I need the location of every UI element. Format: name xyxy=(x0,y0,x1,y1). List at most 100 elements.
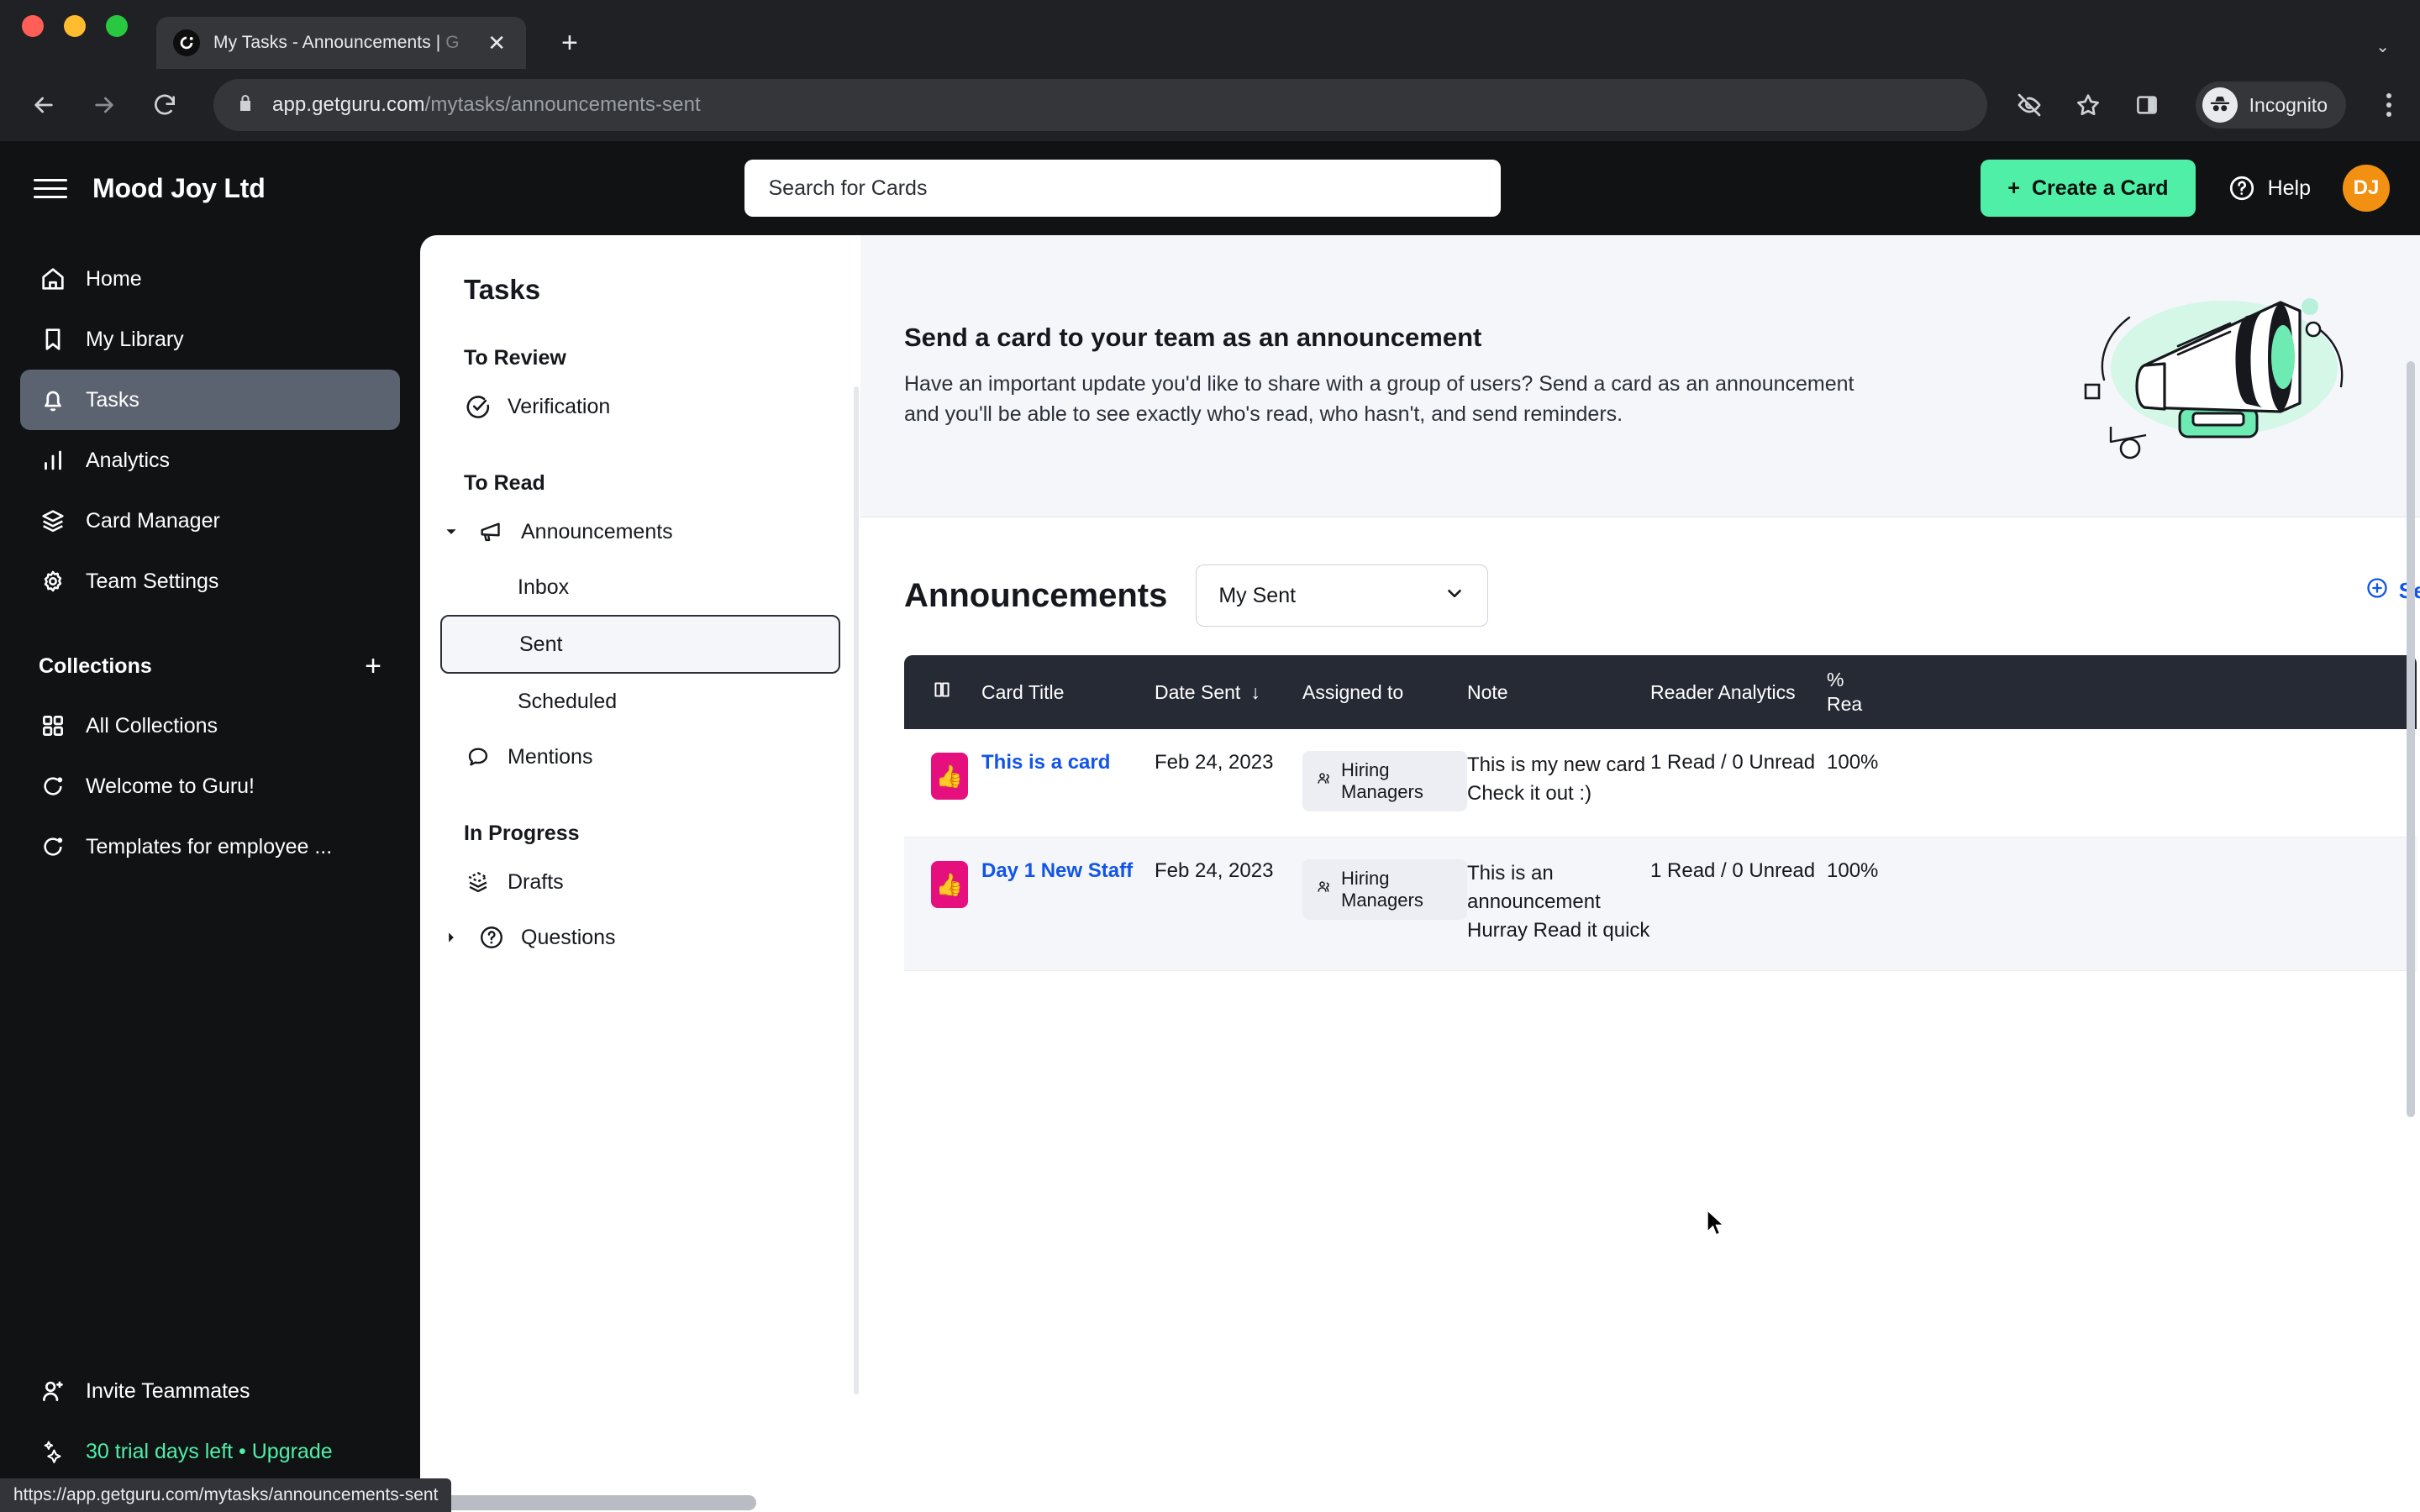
tasks-item-label: Drafts xyxy=(508,869,564,894)
add-collection-button[interactable]: + xyxy=(365,652,381,680)
sidebar-item-label: Tasks xyxy=(86,387,139,412)
chevron-right-icon[interactable] xyxy=(440,930,462,945)
app-header: Mood Joy Ltd + Create a Card Help DJ xyxy=(0,141,2420,235)
reload-button[interactable] xyxy=(146,87,183,123)
tasks-panel-scrollbar[interactable] xyxy=(854,386,859,1394)
column-header-card-title[interactable]: Card Title xyxy=(981,681,1155,704)
help-label: Help xyxy=(2267,176,2311,200)
date-sent-cell: Feb 24, 2023 xyxy=(1155,859,1274,882)
chevron-down-icon[interactable] xyxy=(440,524,462,539)
column-header-note[interactable]: Note xyxy=(1467,681,1650,704)
people-icon xyxy=(1316,770,1333,792)
sidebar: Home My Library Tasks Analytics Card Man… xyxy=(0,235,420,1512)
layers-icon xyxy=(39,507,67,535)
bell-icon xyxy=(39,386,67,414)
tasks-item-label: Questions xyxy=(521,925,616,949)
group-chip[interactable]: Hiring Managers xyxy=(1302,859,1467,920)
column-header-percent-read[interactable]: % Rea xyxy=(1827,668,2417,717)
eye-slash-icon[interactable] xyxy=(2011,87,2048,123)
chrome-menu-button[interactable] xyxy=(2386,93,2391,117)
sort-descending-icon: ↓ xyxy=(1250,680,1260,703)
sidebar-item-label: Card Manager xyxy=(86,508,220,533)
tasks-item-sent[interactable]: Sent xyxy=(440,615,840,674)
column-header-reader-analytics[interactable]: Reader Analytics xyxy=(1650,681,1827,704)
sidebar-item-all-collections[interactable]: All Collections xyxy=(20,696,400,756)
sidebar-item-welcome-to-guru[interactable]: Welcome to Guru! xyxy=(20,756,400,816)
tasks-item-questions[interactable]: Questions xyxy=(440,910,840,965)
tasks-item-mentions[interactable]: Mentions xyxy=(440,729,840,785)
tasks-item-verification[interactable]: Verification xyxy=(440,379,840,434)
sidebar-item-templates[interactable]: Templates for employee ... xyxy=(20,816,400,877)
tasks-group-label: In Progress xyxy=(464,822,580,845)
question-circle-icon xyxy=(477,923,506,952)
card-title-link[interactable]: This is a card xyxy=(981,751,1155,774)
sidebar-item-tasks[interactable]: Tasks xyxy=(20,370,400,430)
new-tab-button[interactable]: + xyxy=(561,29,578,69)
chat-bubble-icon xyxy=(464,743,492,771)
reader-analytics-cell: 1 Read / 0 Unread xyxy=(1650,751,1816,774)
incognito-label: Incognito xyxy=(2249,93,2328,116)
help-button[interactable]: Help xyxy=(2228,174,2311,202)
avatar[interactable]: DJ xyxy=(2343,165,2390,212)
table-row[interactable]: 👍 This is a card Feb 24, 2023 Hiring Man… xyxy=(904,729,2417,837)
guru-logo-icon xyxy=(39,832,67,861)
main-scrollbar[interactable] xyxy=(2407,361,2415,1117)
column-header-assigned-to[interactable]: Assigned to xyxy=(1302,681,1467,704)
plus-circle-icon xyxy=(2365,576,2389,606)
filter-select[interactable]: My Sent xyxy=(1196,564,1489,627)
sidebar-item-label: Analytics xyxy=(86,448,171,472)
thumbs-up-emoji: 👍 xyxy=(931,861,968,908)
star-icon[interactable] xyxy=(2070,87,2107,123)
card-title-link[interactable]: Day 1 New Staff xyxy=(981,859,1155,883)
gear-icon xyxy=(39,567,67,596)
drafts-layers-icon xyxy=(464,868,492,896)
collections-section-header: Collections + xyxy=(0,612,420,696)
column-header-date-sent[interactable]: Date Sent ↓ xyxy=(1155,681,1302,704)
create-card-button[interactable]: + Create a Card xyxy=(1981,160,2196,217)
guru-logo-icon xyxy=(173,29,200,56)
tab-search-caret-icon[interactable]: ⌄ xyxy=(2375,36,2390,57)
sparkles-icon xyxy=(39,1437,67,1466)
tasks-item-scheduled[interactable]: Scheduled xyxy=(440,674,840,729)
tasks-item-label: Sent xyxy=(519,632,563,656)
tasks-item-label: Announcements xyxy=(521,519,673,543)
browser-tab[interactable]: My Tasks - Announcements | G ✕ xyxy=(156,17,526,69)
maximize-window-button[interactable] xyxy=(106,15,128,37)
table-row[interactable]: 👍 Day 1 New Staff Feb 24, 2023 Hiring Ma… xyxy=(904,837,2417,972)
card-title-label: Day 1 New Staff xyxy=(981,859,1134,882)
sidebar-item-analytics[interactable]: Analytics xyxy=(20,430,400,491)
column-label-line2: Rea xyxy=(1827,693,1863,715)
close-tab-button[interactable]: ✕ xyxy=(484,32,509,54)
announcements-header: Announcements My Sent Send a xyxy=(860,517,2420,655)
menu-toggle-button[interactable] xyxy=(34,178,67,198)
sidebar-item-team-settings[interactable]: Team Settings xyxy=(20,551,400,612)
column-label: Date Sent xyxy=(1155,680,1241,703)
forward-button[interactable] xyxy=(86,87,123,123)
upgrade-trial-button[interactable]: 30 trial days left • Upgrade xyxy=(20,1421,400,1482)
tasks-group-in-progress: In Progress Drafts Questions xyxy=(420,822,860,965)
sidebar-item-label: All Collections xyxy=(86,713,218,738)
close-window-button[interactable] xyxy=(22,15,44,37)
back-button[interactable] xyxy=(25,87,62,123)
tasks-group-label: To Read xyxy=(464,471,545,495)
address-bar[interactable]: app.getguru.com/mytasks/announcements-se… xyxy=(213,79,1987,131)
group-chip[interactable]: Hiring Managers xyxy=(1302,751,1467,811)
search-input[interactable] xyxy=(744,160,1502,217)
sidebar-item-home[interactable]: Home xyxy=(20,249,400,309)
search-container xyxy=(266,160,1981,217)
incognito-badge[interactable]: Incognito xyxy=(2195,81,2346,129)
sidebar-item-my-library[interactable]: My Library xyxy=(20,309,400,370)
home-icon xyxy=(39,265,67,293)
reader-analytics-cell: 1 Read / 0 Unread xyxy=(1650,859,1816,882)
guru-app: Mood Joy Ltd + Create a Card Help DJ xyxy=(0,141,2420,1512)
side-panel-icon[interactable] xyxy=(2128,87,2165,123)
tasks-item-drafts[interactable]: Drafts xyxy=(440,854,840,910)
tasks-group-to-read: To Read Announcements Inbox Sent Schedul… xyxy=(420,471,860,785)
minimize-window-button[interactable] xyxy=(64,15,86,37)
tasks-item-inbox[interactable]: Inbox xyxy=(440,559,840,615)
tasks-item-announcements[interactable]: Announcements xyxy=(440,504,840,559)
invite-teammates-button[interactable]: Invite Teammates xyxy=(20,1361,400,1421)
sidebar-item-card-manager[interactable]: Card Manager xyxy=(20,491,400,551)
sidebar-item-label: Templates for employee ... xyxy=(86,834,333,858)
banner-title: Send a card to your team as an announcem… xyxy=(904,323,1482,352)
